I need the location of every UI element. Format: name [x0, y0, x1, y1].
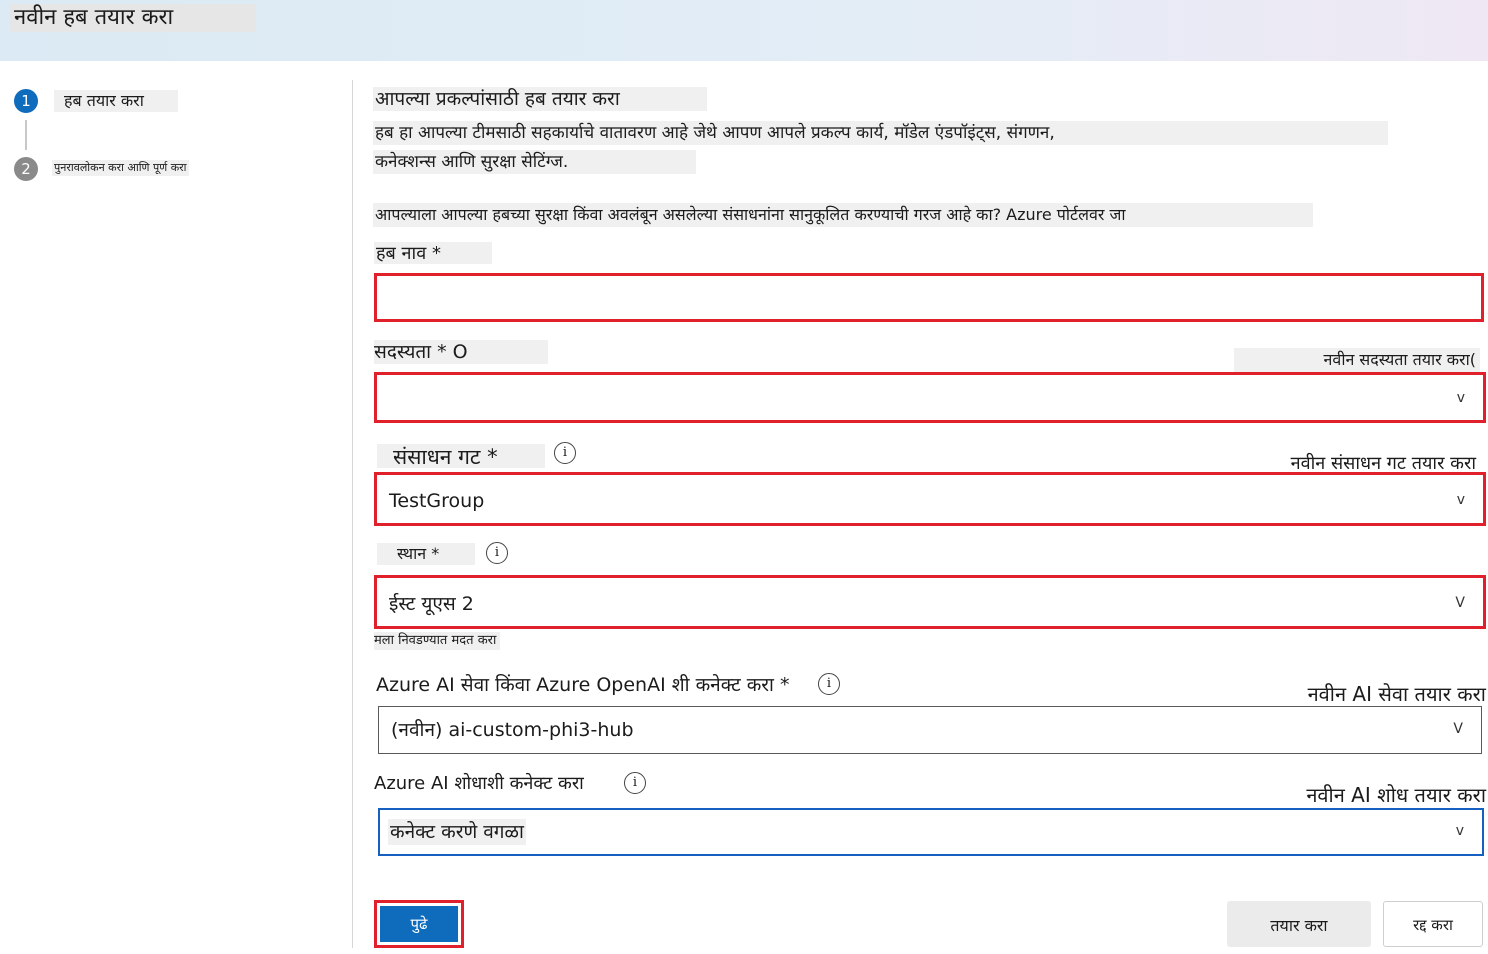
description-line-2: कनेक्शन्स आणि सुरक्षा सेटिंग्ज.: [373, 150, 696, 174]
resource-group-label: संसाधन गट *: [377, 444, 545, 469]
help-me-choose-link[interactable]: मला निवडण्यात मदत करा: [374, 632, 501, 650]
page-title: नवीन हब तयार करा: [10, 4, 256, 32]
step-2-label[interactable]: पुनरावलोकन करा आणि पूर्ण करा: [52, 160, 189, 176]
create-button[interactable]: तयार करा: [1227, 901, 1371, 947]
description-line-1: हब हा आपल्या टीमसाठी सहकार्याचे वातावरण …: [373, 121, 1388, 145]
info-icon[interactable]: i: [554, 442, 576, 464]
chevron-down-icon: v: [1455, 823, 1464, 839]
info-icon[interactable]: i: [486, 542, 508, 564]
step-1-indicator: 1: [14, 89, 38, 113]
panel-divider: [352, 80, 353, 948]
security-note-link[interactable]: आपल्याला आपल्या हबच्या सुरक्षा किंवा अवल…: [373, 203, 1313, 227]
location-select[interactable]: ईस्ट यूएस 2 V: [374, 575, 1486, 629]
cancel-button[interactable]: रद्द करा: [1383, 901, 1483, 947]
step-connector: [25, 120, 27, 150]
step-2-indicator: 2: [14, 157, 38, 181]
chevron-down-icon: v: [1456, 492, 1465, 508]
ai-services-select[interactable]: (नवीन) ai-custom-phi3-hub V: [378, 706, 1482, 754]
resource-group-select[interactable]: TestGroup v: [374, 472, 1486, 526]
chevron-down-icon: V: [1453, 721, 1463, 737]
next-button[interactable]: पुढे: [374, 900, 464, 948]
info-icon[interactable]: i: [624, 772, 646, 794]
info-icon[interactable]: i: [818, 673, 840, 695]
hub-name-input[interactable]: [374, 273, 1484, 322]
location-label: स्थान *: [377, 543, 475, 565]
ai-services-label: Azure AI सेवा किंवा Azure OpenAI शी कनेक…: [376, 674, 790, 696]
hub-name-label: हब नाव *: [374, 242, 492, 264]
ai-search-label: Azure AI शोधाशी कनेक्ट करा: [374, 773, 584, 794]
page-header: नवीन हब तयार करा: [0, 0, 1488, 61]
chevron-down-icon: v: [1456, 390, 1465, 406]
chevron-down-icon: V: [1455, 595, 1465, 611]
section-title: आपल्या प्रकल्पांसाठी हब तयार करा: [373, 87, 707, 111]
subscription-select[interactable]: v: [374, 372, 1486, 423]
ai-search-select[interactable]: कनेक्ट करणे वगळा v: [378, 808, 1484, 856]
create-ai-search-link[interactable]: नवीन AI शोध तयार करा: [1230, 783, 1486, 809]
subscription-label: सदस्यता * O: [374, 340, 548, 364]
create-ai-service-link[interactable]: नवीन AI सेवा तयार करा: [1230, 682, 1486, 708]
next-button-label: पुढे: [380, 906, 458, 942]
create-subscription-link[interactable]: नवीन सदस्यता तयार करा(: [1234, 348, 1480, 372]
step-1-label[interactable]: हब तयार करा: [54, 90, 178, 112]
